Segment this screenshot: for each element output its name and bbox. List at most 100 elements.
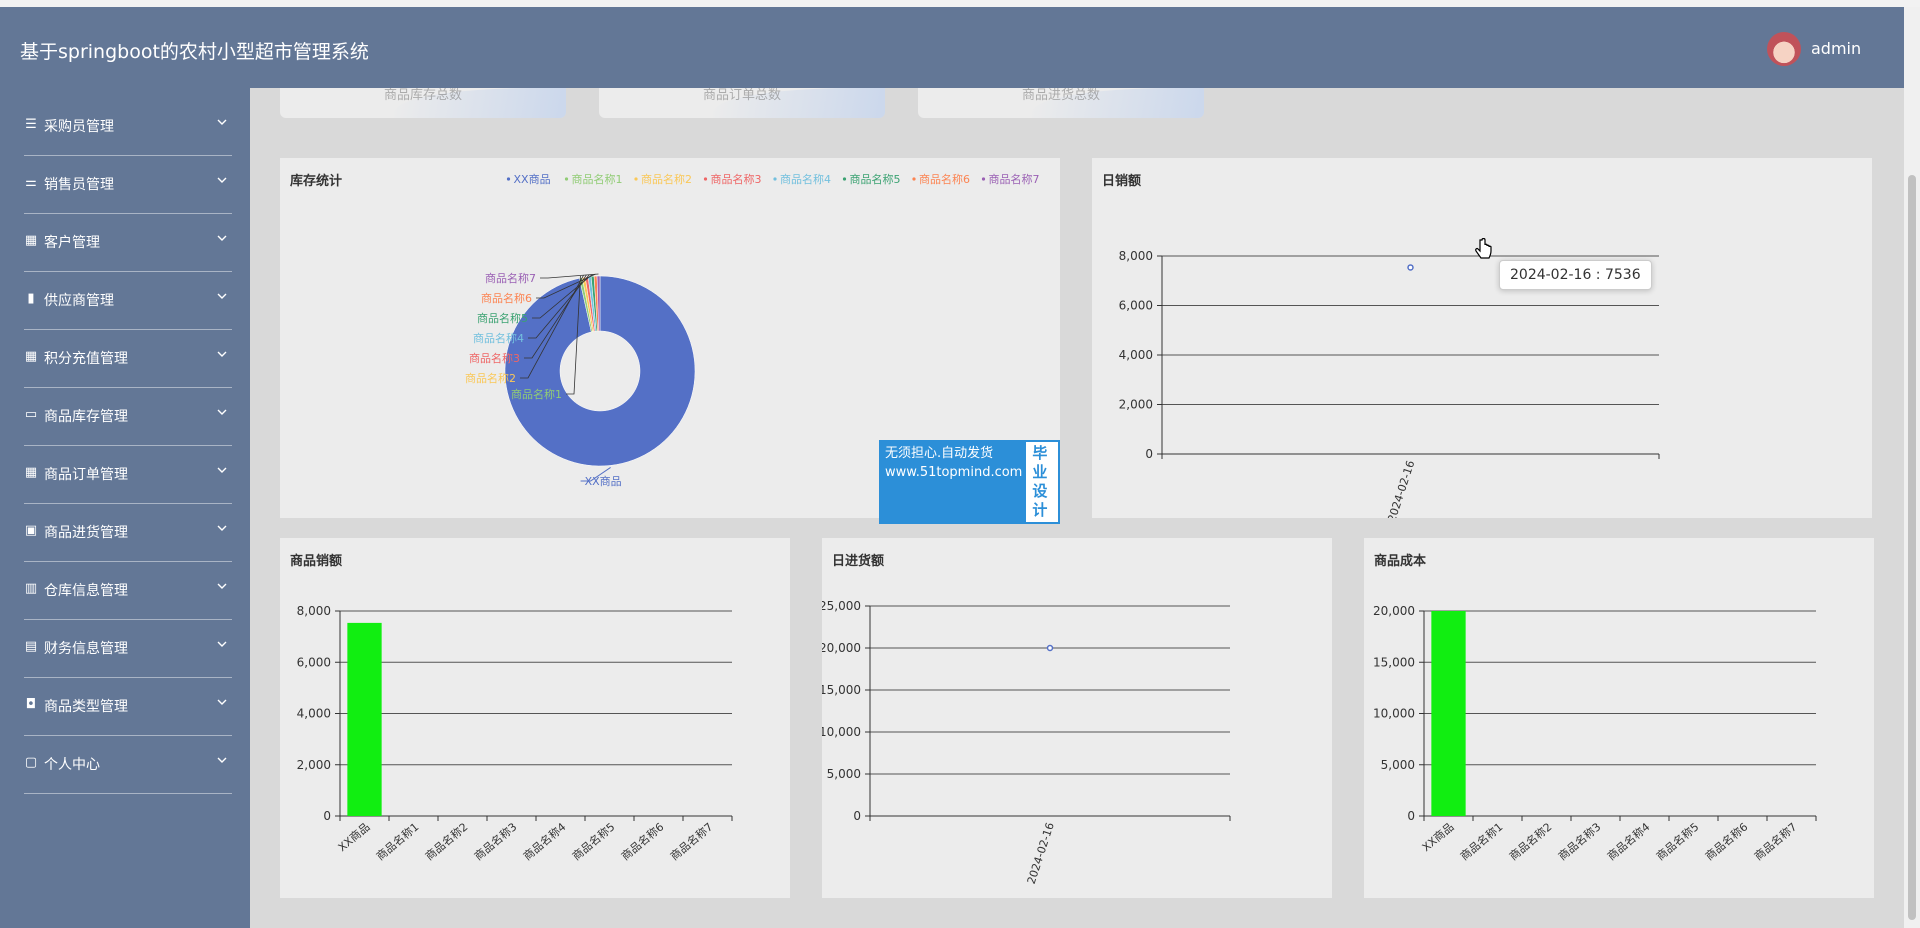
panel-product-cost: 商品成本 0 5,000 10,000 15,000 20,000 XX商品 商品名称1 商品… [1364,538,1874,898]
x-tick-label: 商品名称7 [667,820,715,864]
y-tick-label: 5,000 [827,767,861,781]
sidebar-item-label: 仓库信息管理 [44,583,128,599]
sidebar: ☰ 采购员管理 ⚌ 销售员管理 ▦ 客户管理 ▮ 供应商管理 ▦ 积分充值管理 ▭ 商品库存管理 ▦ 商品… [0,88,250,928]
data-point[interactable] [1046,644,1054,652]
legend-label[interactable]: 商品名称4 [780,172,831,186]
avatar[interactable] [1767,32,1801,66]
browser-top-strip [0,0,1920,7]
sliders-icon: ⚌ [25,175,37,190]
y-tick-label: 10,000 [1373,707,1415,721]
legend-marker[interactable] [842,177,847,181]
legend-label[interactable]: 商品名称5 [850,172,901,186]
sidebar-item[interactable]: ▥ 仓库信息管理 [0,562,250,620]
file-x-icon: ▣ [24,523,38,538]
chevron-down-icon[interactable] [216,406,228,418]
grid-icon: ▦ [24,465,38,480]
legend-marker[interactable] [773,177,777,181]
y-tick-label: 15,000 [822,683,861,697]
legend-marker[interactable] [564,177,569,181]
legend-marker[interactable] [912,177,916,181]
grid-icon: ▦ [24,349,38,364]
sidebar-item[interactable]: ▣ 商品进货管理 [0,504,250,562]
legend-label[interactable]: 商品名称6 [919,172,970,186]
chevron-down-icon[interactable] [216,696,228,708]
hand-cursor-icon [1475,238,1492,259]
watermark-line2: www.51topmind.com [885,465,1023,480]
sidebar-item[interactable]: ◘ 商品类型管理 [0,678,250,736]
y-tick-label: 0 [1407,809,1415,823]
panel-daily-purchase: 日进货额 0 5,000 10,000 15,000 20,000 25,000 2024-… [822,538,1332,898]
list-icon: ☰ [25,117,37,132]
y-tick-label: 2,000 [1119,398,1153,412]
stat-card-label: 商品库存总数 [383,88,462,103]
legend-label[interactable]: 商品名称7 [989,172,1040,186]
sidebar-item[interactable]: ▮ 供应商管理 [0,272,250,330]
sidebar-item[interactable]: ▦ 商品订单管理 [0,446,250,504]
x-tick-label: XX商品 [1419,820,1456,855]
y-tick-label: 8,000 [1119,249,1153,263]
monitor-icon: ▭ [24,407,38,422]
sidebar-item-label: 财务信息管理 [44,641,128,657]
bar[interactable] [347,622,382,816]
sidebar-item-label: 商品订单管理 [44,467,128,483]
x-tick-label: 商品名称6 [618,820,666,864]
chevron-down-icon[interactable] [216,522,228,534]
y-tick-label: 0 [1145,447,1153,461]
bar[interactable] [1431,611,1466,816]
slice-label: 商品名称1 [511,387,562,401]
slice-label: XX商品 [585,474,622,488]
stat-card-label: 商品订单总数 [702,88,781,103]
sidebar-item-label: 商品类型管理 [44,699,128,715]
sidebar-item-label: 商品进货管理 [44,525,128,541]
y-tick-label: 0 [323,809,331,823]
legend-marker[interactable] [703,177,708,181]
app-title: 基于springboot的农村小型超市管理系统 [20,41,369,63]
chevron-down-icon[interactable] [216,580,228,592]
daily-sales-line-chart: 0 2,000 4,000 6,000 8,000 2024-02-16 [1119,249,1660,518]
chevron-down-icon[interactable] [216,348,228,360]
legend-marker[interactable] [634,177,638,181]
chevron-down-icon[interactable] [216,174,228,186]
sidebar-item[interactable]: ▢ 个人中心 [0,736,250,794]
x-tick-label: 商品名称7 [1751,820,1799,864]
legend-label[interactable]: XX商品 [514,172,551,186]
scrollbar-thumb[interactable] [1908,175,1916,920]
vertical-scrollbar[interactable] [1904,7,1920,928]
x-tick-label: 商品名称2 [1506,820,1554,864]
window-icon: ▢ [24,755,38,770]
sidebar-item[interactable]: ▤ 财务信息管理 [0,620,250,678]
sidebar-item[interactable]: ▦ 客户管理 [0,214,250,272]
x-tick-label: 2024-02-16 [1385,459,1417,518]
y-tick-label: 4,000 [297,707,331,721]
slice-label: 商品名称2 [465,371,516,385]
chevron-down-icon[interactable] [216,232,228,244]
panel-daily-sales: 日销额 0 2,000 4,000 6,000 8,000 2024-02-16 2024… [1092,158,1872,518]
sidebar-item-label: 客户管理 [44,235,100,251]
sidebar-item-label: 采购员管理 [44,119,114,135]
legend-marker[interactable] [506,177,511,181]
y-tick-label: 8,000 [297,604,331,618]
legend-label[interactable]: 商品名称3 [711,172,762,186]
slice-label: 商品名称4 [473,331,524,345]
legend-label[interactable]: 商品名称2 [641,172,692,186]
slice-label: 商品名称7 [485,271,536,285]
watermark-badge1: 毕业 [1032,444,1048,481]
legend-label[interactable]: 商品名称1 [572,172,623,186]
x-tick-label: 商品名称5 [569,820,617,864]
y-tick-label: 4,000 [1119,348,1153,362]
username[interactable]: admin [1811,39,1861,58]
bar-chart-icon: ▮ [27,291,35,306]
chevron-down-icon[interactable] [216,754,228,766]
chevron-down-icon[interactable] [216,116,228,128]
chevron-down-icon[interactable] [216,290,228,302]
chevron-down-icon[interactable] [216,638,228,650]
sidebar-item-label: 供应商管理 [44,293,114,309]
sidebar-item[interactable]: ⚌ 销售员管理 [0,156,250,214]
chevron-down-icon[interactable] [216,464,228,476]
sidebar-item[interactable]: ▭ 商品库存管理 [0,388,250,446]
sidebar-item[interactable]: ☰ 采购员管理 [0,98,250,156]
legend-marker[interactable] [981,177,986,181]
sidebar-item[interactable]: ▦ 积分充值管理 [0,330,250,388]
data-point[interactable] [1407,264,1414,271]
y-tick-label: 15,000 [1373,655,1415,669]
